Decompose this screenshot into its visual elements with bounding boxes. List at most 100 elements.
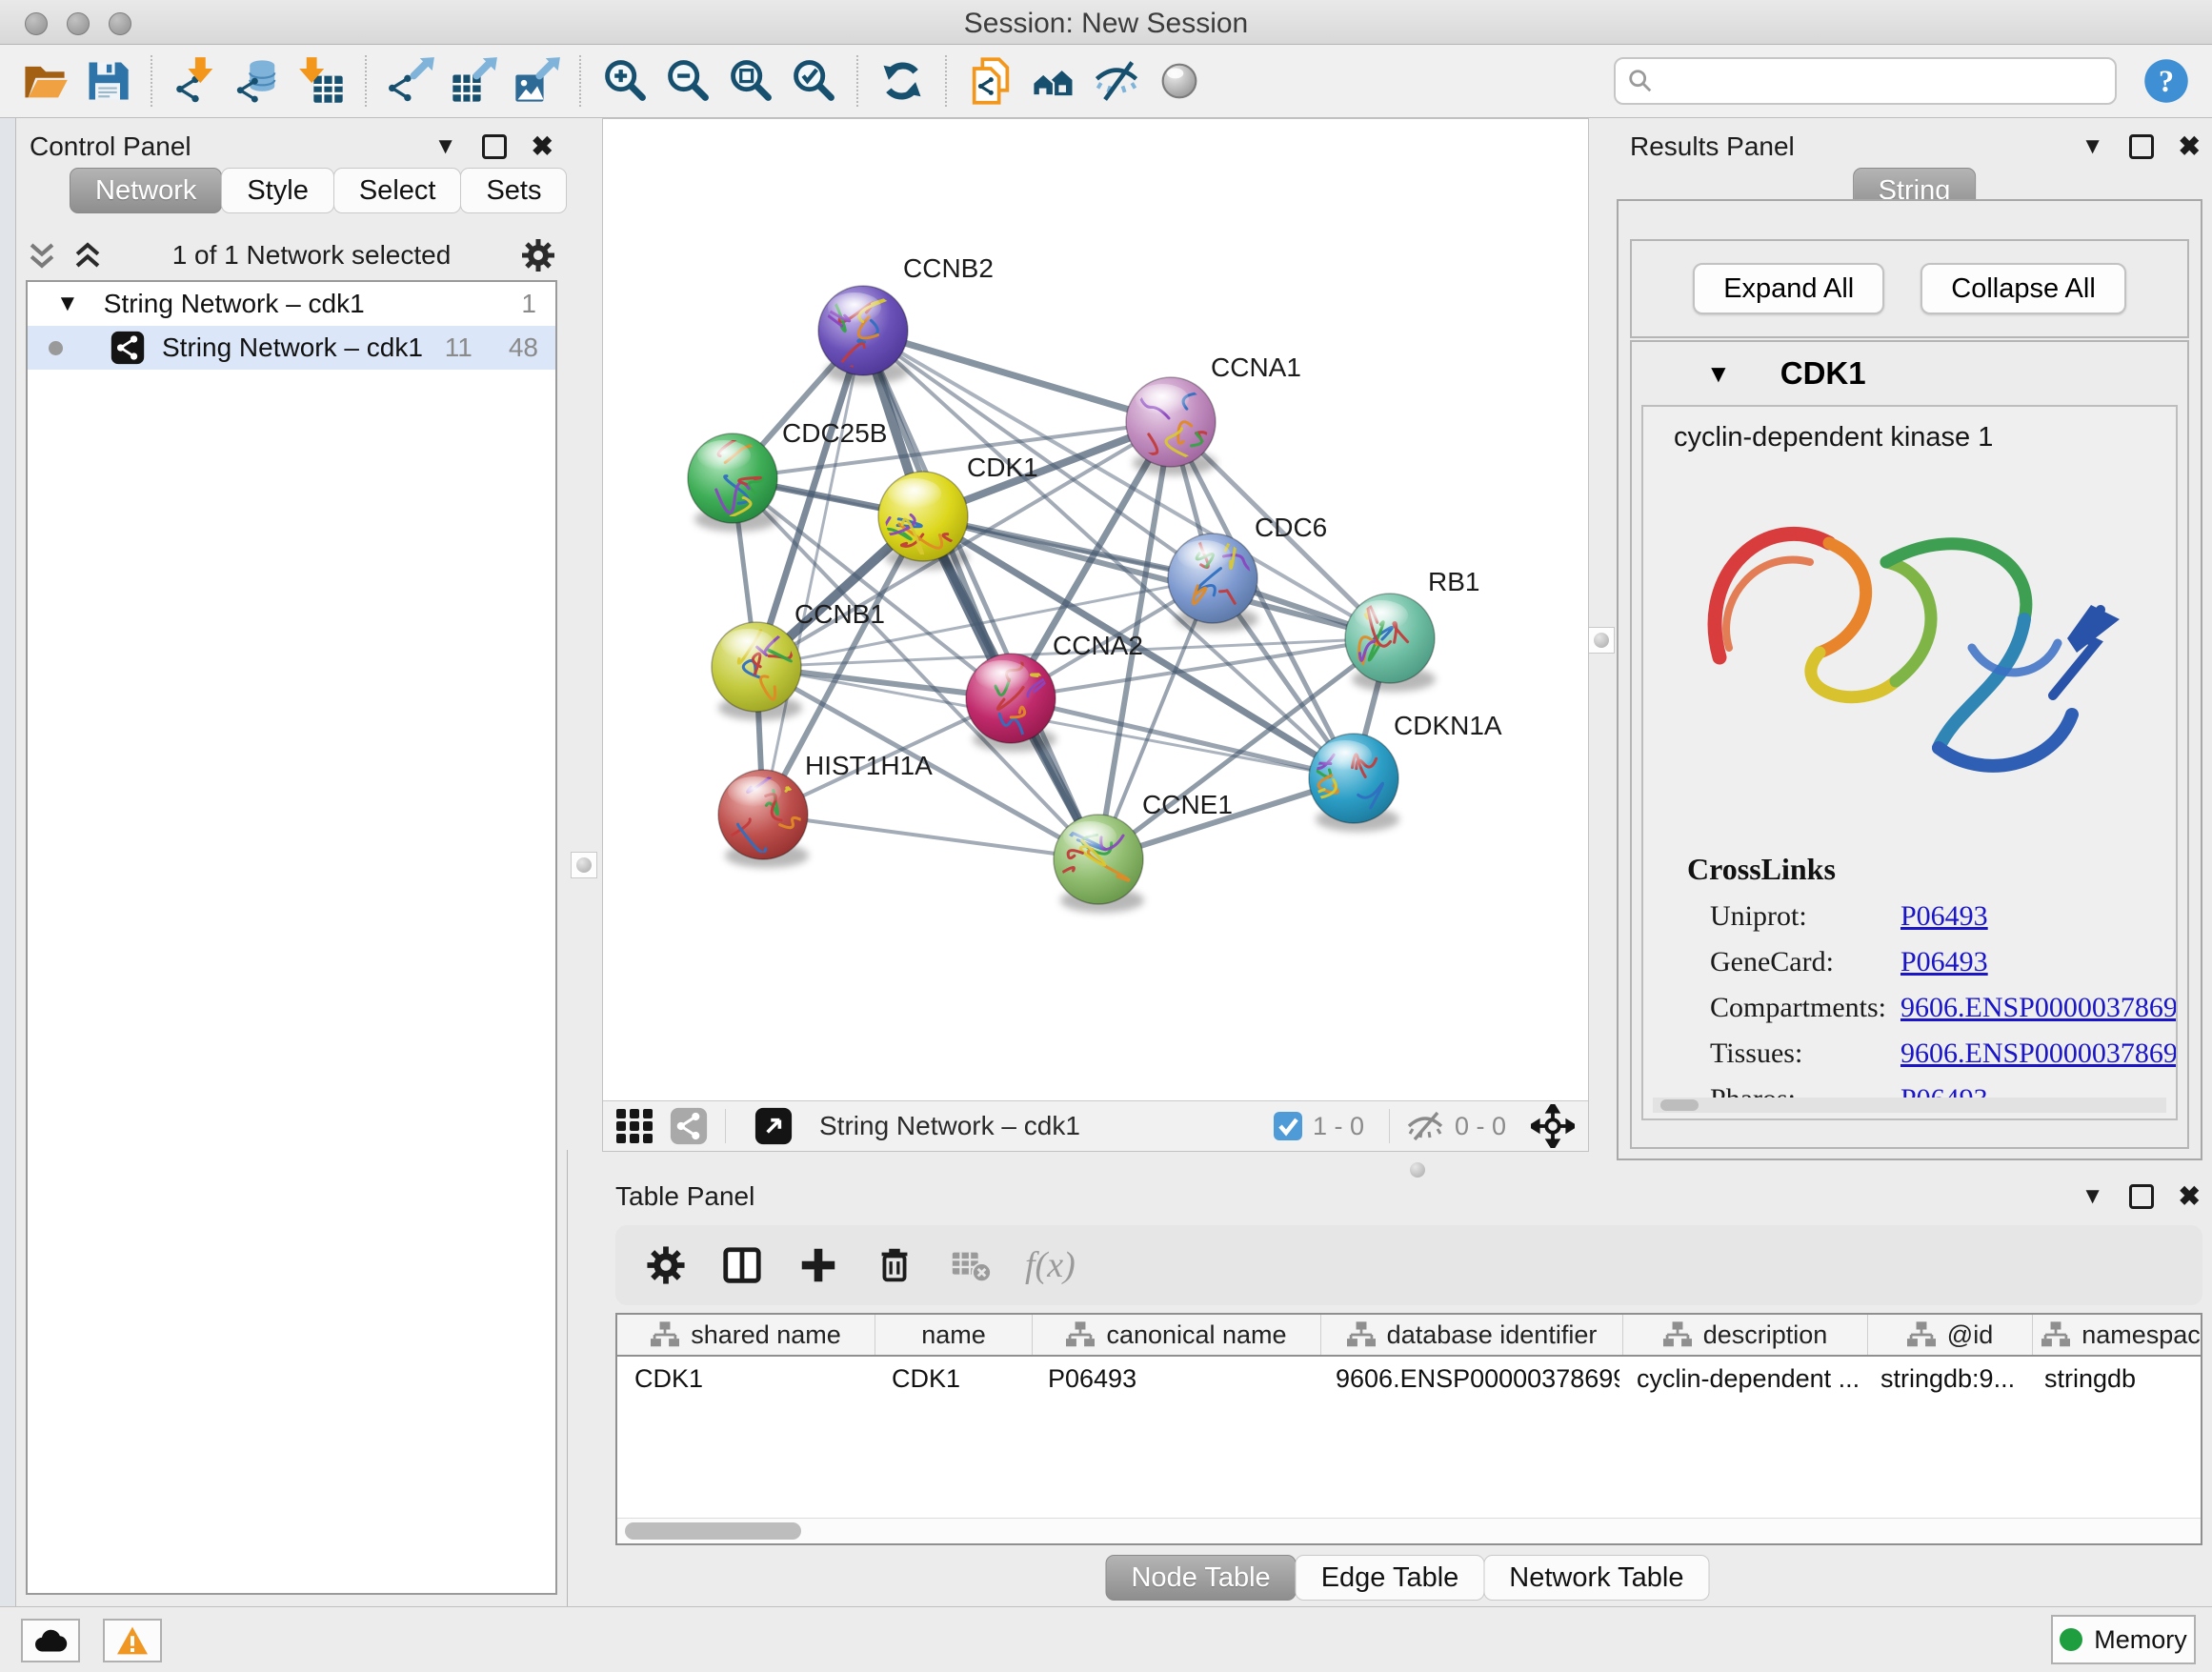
node-table[interactable]: shared namenamecanonical namedatabase id… [615, 1313, 2202, 1545]
edge-CCNA2-CDKN1A[interactable] [1011, 698, 1354, 778]
column-header-id[interactable]: @id [1868, 1315, 2033, 1355]
network-row[interactable]: String Network – cdk1 11 48 [28, 326, 555, 370]
pan-crosshair-icon[interactable] [1531, 1104, 1575, 1148]
panel-menu-icon[interactable]: ▼ [2081, 1185, 2104, 1208]
node-CDC6[interactable] [1168, 534, 1258, 632]
node-CCNE1[interactable] [1040, 815, 1144, 913]
crosslink-link[interactable]: 9606.ENSP00000378699 [1900, 1037, 2178, 1070]
export-table-button[interactable] [442, 51, 505, 111]
search-box[interactable] [1614, 57, 2117, 105]
crosslinks-scrollbar[interactable] [1653, 1098, 2166, 1113]
left-splitter[interactable] [567, 118, 601, 1150]
show-hidden-button[interactable] [1148, 51, 1211, 111]
tab-select[interactable]: Select [333, 168, 462, 213]
zoom-in-button[interactable] [593, 51, 656, 111]
export-table-icon [449, 56, 498, 106]
crosslink-link[interactable]: 9606.ENSP00000378699 [1900, 992, 2178, 1024]
columns-icon[interactable] [720, 1243, 764, 1287]
column-header-database-identifier[interactable]: database identifier [1321, 1315, 1623, 1355]
import-network-file-button[interactable] [165, 51, 228, 111]
node-CDK1[interactable] [878, 472, 973, 570]
show-all-networks-button[interactable] [1022, 51, 1085, 111]
clone-network-button[interactable] [959, 51, 1022, 111]
gear-icon[interactable] [644, 1243, 688, 1287]
tab-network-table[interactable]: Network Table [1483, 1555, 1709, 1601]
node-CCNA2[interactable] [966, 654, 1068, 752]
warnings-button[interactable] [103, 1619, 162, 1662]
column-header-name[interactable]: name [875, 1315, 1033, 1355]
import-network-database-button[interactable] [228, 51, 291, 111]
tab-edge-table[interactable]: Edge Table [1296, 1555, 1485, 1601]
delete-column-icon[interactable] [873, 1243, 916, 1287]
panel-close-icon[interactable]: ✖ [532, 133, 553, 160]
column-header-canonical-name[interactable]: canonical name [1033, 1315, 1321, 1355]
hide-selected-button[interactable] [1085, 51, 1148, 111]
network-options-gear-icon[interactable] [519, 236, 557, 274]
network-canvas[interactable]: CCNB2CCNA1CDC25BCDK1CDC6RB1CCNB1CCNA2CDK… [603, 119, 1586, 1099]
cloud-button[interactable] [21, 1619, 80, 1662]
memory-button[interactable]: Memory [2051, 1615, 2196, 1664]
add-column-icon[interactable] [796, 1243, 840, 1287]
tab-node-table[interactable]: Node Table [1105, 1555, 1296, 1601]
zoom-fit-button[interactable] [719, 51, 782, 111]
expand-all-tree-icon[interactable] [26, 241, 58, 270]
panel-menu-icon[interactable]: ▼ [2081, 135, 2104, 158]
network-view-title: String Network – cdk1 [819, 1111, 1273, 1141]
table-row[interactable]: CDK1CDK1P064939606.ENSP00000378699cyclin… [617, 1357, 2201, 1400]
right-splitter[interactable] [1586, 118, 1617, 1150]
selected-checkbox-icon[interactable] [1273, 1111, 1303, 1141]
right-splitter-handle[interactable] [1588, 627, 1615, 654]
network-view-panel[interactable]: CCNB2CCNA1CDC25BCDK1CDC6RB1CCNB1CCNA2CDK… [602, 118, 1589, 1152]
node-CCNB2[interactable] [809, 286, 909, 384]
search-input[interactable] [1654, 66, 2103, 97]
collapse-all-button[interactable]: Collapse All [1920, 263, 2126, 314]
crosslink-link[interactable]: P06493 [1900, 900, 1988, 933]
table-cell: CDK1 [617, 1364, 875, 1394]
panel-float-icon[interactable] [2129, 1184, 2154, 1209]
function-builder-icon[interactable]: f(x) [1025, 1244, 1076, 1286]
tab-network[interactable]: Network [70, 168, 222, 213]
save-session-icon [83, 56, 132, 106]
column-header-namespace[interactable]: namespace [2033, 1315, 2202, 1355]
panel-close-icon[interactable]: ✖ [2179, 133, 2201, 160]
edge-HIST1H1A-CCNE1[interactable] [763, 815, 1098, 859]
zoom-out-button[interactable] [656, 51, 719, 111]
panel-close-icon[interactable]: ✖ [2179, 1183, 2201, 1210]
table-horizontal-scrollbar[interactable] [617, 1518, 2201, 1543]
column-header-description[interactable]: description [1623, 1315, 1868, 1355]
expand-all-button[interactable]: Expand All [1693, 263, 1884, 314]
panel-float-icon[interactable] [2129, 134, 2154, 159]
gene-card-header[interactable]: ▼ CDK1 [1632, 342, 2187, 405]
edge-CCNB2-CCNA1[interactable] [863, 331, 1171, 422]
grid-view-icon[interactable] [614, 1107, 656, 1145]
left-splitter-handle[interactable] [571, 852, 597, 878]
zoom-selected-button[interactable] [782, 51, 845, 111]
collapse-all-tree-icon[interactable] [71, 241, 104, 270]
hidden-eye-icon[interactable] [1405, 1110, 1445, 1142]
birds-eye-view-icon[interactable] [753, 1107, 794, 1145]
node-HIST1H1A[interactable] [718, 762, 809, 868]
column-header-shared-name[interactable]: shared name [617, 1315, 875, 1355]
export-network-button[interactable] [379, 51, 442, 111]
open-session-button[interactable] [13, 51, 76, 111]
refresh-layout-button[interactable] [871, 51, 934, 111]
help-button[interactable]: ? [2142, 56, 2191, 106]
collapse-section-icon[interactable]: ▼ [1706, 359, 1731, 389]
network-collection-row[interactable]: ▼ String Network – cdk1 1 [28, 282, 555, 326]
tree-expander-icon[interactable]: ▼ [56, 291, 79, 317]
export-image-button[interactable] [505, 51, 568, 111]
crosslink-link[interactable]: P06493 [1900, 946, 1988, 978]
panel-float-icon[interactable] [482, 134, 507, 159]
delete-table-icon[interactable] [949, 1243, 993, 1287]
network-view-icon[interactable] [668, 1107, 710, 1145]
tab-sets[interactable]: Sets [460, 168, 567, 213]
node-CCNA1[interactable] [1126, 377, 1227, 475]
tab-style[interactable]: Style [221, 168, 333, 213]
scrollbar-thumb[interactable] [625, 1522, 801, 1540]
window-title: Session: New Session [0, 8, 2212, 40]
import-table-button[interactable] [291, 51, 353, 111]
node-RB1[interactable] [1345, 570, 1436, 692]
panel-menu-icon[interactable]: ▼ [434, 135, 457, 158]
edge-CCNB2-HIST1H1A[interactable] [763, 331, 863, 815]
save-session-button[interactable] [76, 51, 139, 111]
